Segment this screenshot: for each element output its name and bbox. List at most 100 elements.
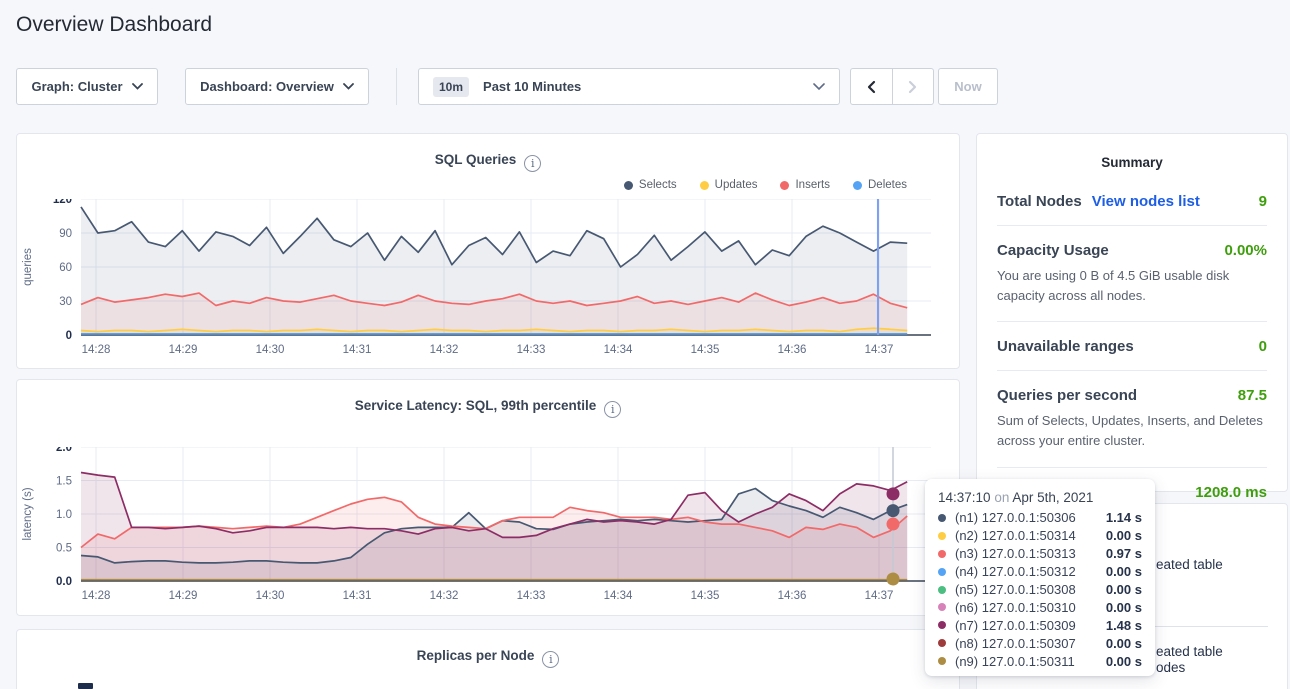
svg-text:14:33: 14:33 — [517, 344, 546, 356]
replicas-clipped-axis-tick — [78, 683, 93, 689]
legend-label: Inserts — [795, 179, 830, 191]
chevron-down-icon — [813, 83, 825, 91]
node-latency-value: 1.14 s — [1106, 510, 1142, 525]
summary-row-qps: Queries per second 87.5 Sum of Selects, … — [997, 371, 1267, 467]
series-color-dot-icon — [853, 181, 862, 190]
tooltip-node-row: (n3) 127.0.0.1:50313 0.97 s — [938, 545, 1142, 563]
tooltip-node-row: (n8) 127.0.0.1:50307 0.00 s — [938, 634, 1142, 652]
node-address: (n8) 127.0.0.1:50307 — [955, 636, 1076, 651]
chevron-down-icon — [343, 83, 354, 90]
page-title: Overview Dashboard — [16, 13, 212, 37]
view-nodes-list-link[interactable]: View nodes list — [1092, 193, 1200, 210]
info-icon[interactable]: i — [604, 401, 621, 418]
svg-text:14:31: 14:31 — [343, 344, 372, 356]
svg-text:0: 0 — [66, 330, 72, 342]
graph-dropdown-label: Graph: Cluster — [31, 79, 122, 94]
svg-text:14:28: 14:28 — [82, 590, 111, 602]
info-icon[interactable]: i — [542, 651, 559, 668]
node-address: (n9) 127.0.0.1:50311 — [955, 654, 1075, 669]
node-address: (n7) 127.0.0.1:50309 — [955, 618, 1076, 633]
svg-text:14:37: 14:37 — [865, 344, 894, 356]
tooltip-node-row: (n4) 127.0.0.1:50312 0.00 s — [938, 563, 1142, 581]
series-color-dot-icon — [624, 181, 633, 190]
legend-label: Selects — [639, 179, 677, 191]
event-text-fragment: odes — [1156, 660, 1185, 675]
replicas-per-node-title: Replicas per Nodei — [17, 648, 959, 668]
overview-dashboard-page: Overview Dashboard Graph: Cluster Dashbo… — [0, 0, 1290, 689]
service-latency-title: Service Latency: SQL, 99th percentilei — [17, 398, 959, 418]
total-nodes-value: 9 — [1259, 193, 1267, 210]
node-color-dot-icon — [938, 603, 946, 611]
svg-text:14:36: 14:36 — [778, 344, 807, 356]
summary-title: Summary — [977, 134, 1287, 170]
svg-text:14:35: 14:35 — [691, 590, 720, 602]
time-step-buttons — [850, 68, 934, 105]
svg-text:90: 90 — [59, 228, 72, 240]
dashboard-dropdown[interactable]: Dashboard: Overview — [185, 68, 369, 105]
node-latency-value: 0.00 s — [1106, 564, 1142, 579]
time-range-selector[interactable]: 10m Past 10 Minutes — [418, 68, 840, 105]
next-interval-button[interactable] — [892, 69, 933, 104]
node-address: (n2) 127.0.0.1:50314 — [955, 528, 1076, 543]
node-latency-value: 1.48 s — [1106, 618, 1142, 633]
svg-text:0.0: 0.0 — [56, 576, 72, 588]
service-latency-chart[interactable]: 2.01.51.00.50.014:2814:2914:3014:3114:32… — [17, 447, 931, 608]
node-address: (n4) 127.0.0.1:50312 — [955, 564, 1076, 579]
capacity-subtext: You are using 0 B of 4.5 GiB usable disk… — [997, 266, 1267, 306]
svg-text:14:31: 14:31 — [343, 590, 372, 602]
qps-value: 87.5 — [1238, 387, 1267, 404]
tooltip-node-row: (n7) 127.0.0.1:50309 1.48 s — [938, 616, 1142, 634]
legend-item[interactable]: Inserts — [780, 179, 830, 191]
node-latency-value: 0.97 s — [1106, 546, 1142, 561]
node-address: (n1) 127.0.0.1:50306 — [955, 510, 1076, 525]
qps-label: Queries per second — [997, 387, 1137, 404]
node-latency-value: 0.00 s — [1106, 636, 1142, 651]
tooltip-timestamp: 14:37:10 on Apr 5th, 2021 — [938, 490, 1142, 505]
svg-text:14:34: 14:34 — [604, 590, 633, 602]
node-color-dot-icon — [938, 586, 946, 594]
tooltip-node-row: (n5) 127.0.0.1:50308 0.00 s — [938, 581, 1142, 599]
sql-queries-chart[interactable]: 120906030014:2814:2914:3014:3114:3214:33… — [17, 199, 931, 362]
now-button[interactable]: Now — [938, 68, 998, 105]
svg-text:1.5: 1.5 — [56, 476, 72, 488]
tooltip-node-row: (n9) 127.0.0.1:50311 0.00 s — [938, 652, 1142, 670]
svg-text:queries: queries — [22, 248, 34, 286]
node-color-dot-icon — [938, 568, 946, 576]
svg-text:14:35: 14:35 — [691, 344, 720, 356]
summary-row-capacity: Capacity Usage 0.00% You are using 0 B o… — [997, 226, 1267, 322]
node-color-dot-icon — [938, 657, 946, 665]
info-icon[interactable]: i — [524, 155, 541, 172]
node-color-dot-icon — [938, 532, 946, 540]
legend-item[interactable]: Deletes — [853, 179, 907, 191]
total-nodes-label: Total Nodes — [997, 193, 1082, 210]
svg-text:14:30: 14:30 — [256, 344, 285, 356]
svg-text:14:34: 14:34 — [604, 344, 633, 356]
capacity-value: 0.00% — [1224, 242, 1267, 259]
replicas-per-node-card: Replicas per Nodei — [16, 629, 960, 689]
tooltip-node-row: (n6) 127.0.0.1:50310 0.00 s — [938, 598, 1142, 616]
series-color-dot-icon — [780, 181, 789, 190]
svg-text:14:28: 14:28 — [82, 344, 111, 356]
svg-text:0.5: 0.5 — [56, 543, 72, 555]
svg-text:2.0: 2.0 — [56, 447, 72, 454]
dashboard-dropdown-label: Dashboard: Overview — [200, 79, 334, 94]
svg-text:latency (s): latency (s) — [22, 487, 34, 540]
svg-text:14:29: 14:29 — [169, 344, 198, 356]
time-range-label: Past 10 Minutes — [483, 79, 581, 94]
svg-text:14:30: 14:30 — [256, 590, 285, 602]
toolbar-divider — [396, 68, 397, 105]
prev-interval-button[interactable] — [851, 69, 892, 104]
p99-latency-value: 1208.0 ms — [1195, 484, 1267, 501]
sql-queries-legend: Selects Updates Inserts Deletes — [624, 179, 907, 191]
node-color-dot-icon — [938, 514, 946, 522]
graph-dropdown[interactable]: Graph: Cluster — [16, 68, 158, 105]
chevron-down-icon — [132, 83, 143, 90]
svg-text:14:29: 14:29 — [169, 590, 198, 602]
legend-item[interactable]: Selects — [624, 179, 677, 191]
node-color-dot-icon — [938, 639, 946, 647]
legend-item[interactable]: Updates — [700, 179, 758, 191]
now-button-label: Now — [954, 79, 981, 94]
tooltip-node-row: (n2) 127.0.0.1:50314 0.00 s — [938, 527, 1142, 545]
unavailable-ranges-label: Unavailable ranges — [997, 338, 1134, 355]
svg-text:14:33: 14:33 — [517, 590, 546, 602]
